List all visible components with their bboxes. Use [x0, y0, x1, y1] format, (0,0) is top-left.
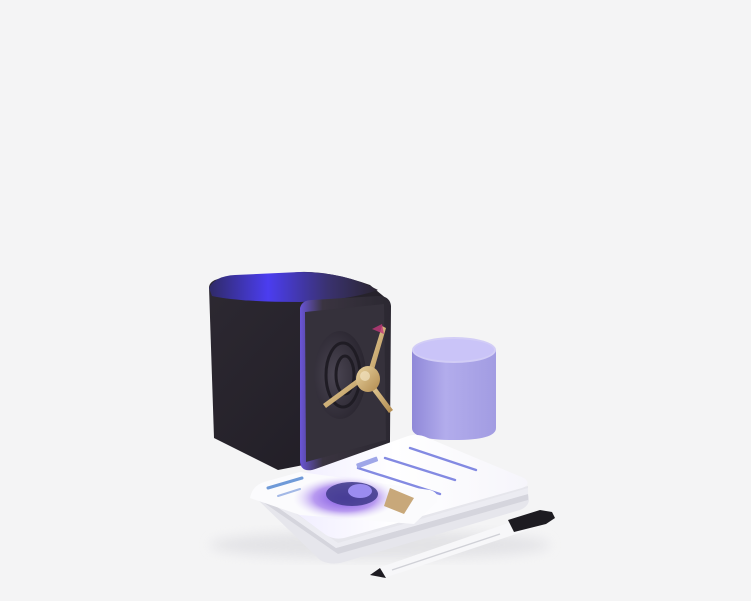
safe — [209, 271, 393, 471]
cylinder — [412, 337, 496, 440]
illustration-canvas — [0, 0, 751, 601]
safe-documents-illustration — [209, 271, 555, 578]
